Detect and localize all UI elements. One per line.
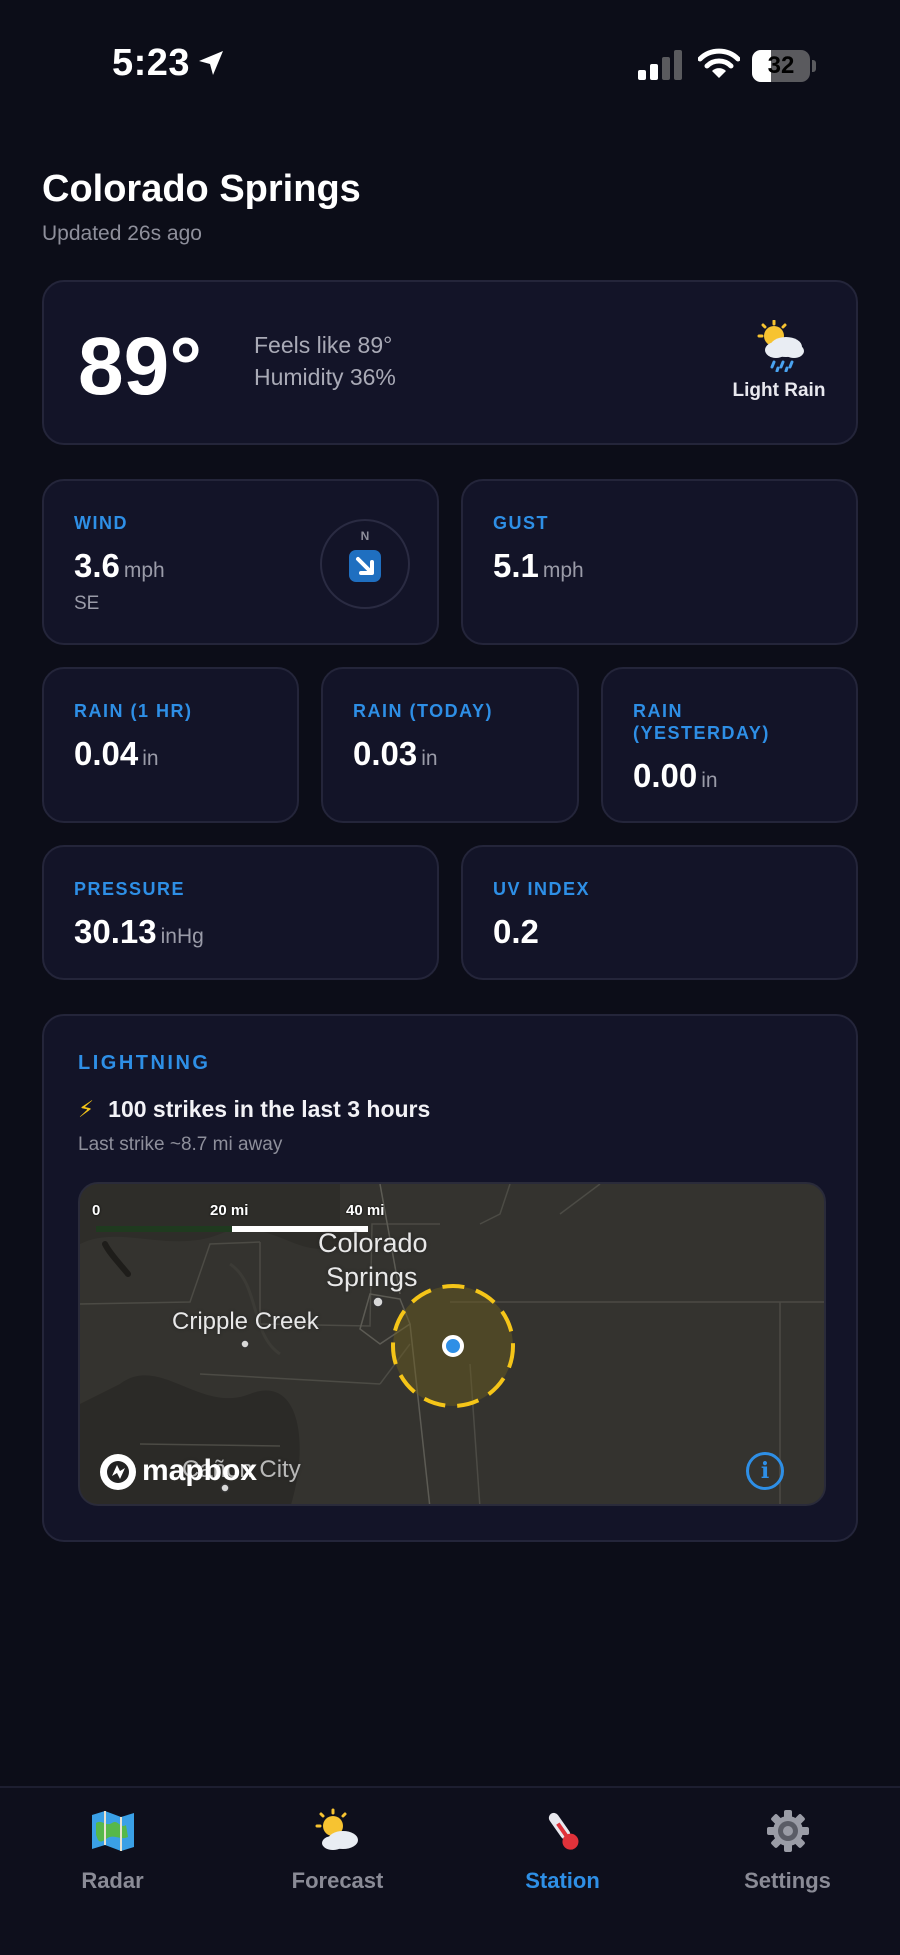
gust-label: GUST bbox=[493, 513, 550, 533]
strike-summary: ⚡ 100 strikes in the last 3 hours bbox=[78, 1096, 431, 1122]
feels-like: Feels like 89° bbox=[254, 332, 393, 358]
wind-direction-arrow-icon bbox=[349, 550, 381, 582]
rain-today-label: RAIN (TODAY) bbox=[353, 701, 494, 721]
last-strike: Last strike ~8.7 mi away bbox=[78, 1134, 283, 1155]
rain-today-value: 0.03 in bbox=[353, 735, 438, 772]
compass-north-label: N bbox=[360, 529, 370, 543]
tab-forecast[interactable]: Forecast bbox=[225, 1806, 450, 1894]
location-arrow-icon bbox=[199, 51, 223, 75]
wind-compass: N bbox=[320, 519, 410, 609]
wind-value: 3.6 mph bbox=[74, 547, 165, 584]
thermometer-icon bbox=[548, 1812, 578, 1850]
tab-settings-label: Settings bbox=[744, 1868, 831, 1893]
rain-yesterday-label-2: (YESTERDAY) bbox=[633, 723, 770, 743]
rain-today-card: RAIN (TODAY) 0.03 in bbox=[321, 667, 579, 823]
map-icon bbox=[91, 1811, 134, 1851]
lightning-bolt-icon: ⚡ bbox=[78, 1096, 95, 1122]
wind-card: WIND 3.6 mph SE N bbox=[42, 479, 439, 645]
tab-forecast-label: Forecast bbox=[291, 1868, 384, 1893]
scale-40: 40 mi bbox=[346, 1202, 385, 1219]
pressure-label: PRESSURE bbox=[74, 879, 186, 899]
lightning-label: LIGHTNING bbox=[78, 1052, 211, 1074]
tab-radar-label: Radar bbox=[81, 1868, 144, 1893]
status-time: 5:23 bbox=[112, 42, 191, 84]
info-icon[interactable]: i bbox=[746, 1452, 784, 1490]
mapbox-logo-icon bbox=[100, 1454, 136, 1490]
wind-label: WIND bbox=[74, 513, 128, 533]
condition-label: Light Rain bbox=[732, 380, 826, 401]
updated-timestamp: Updated 26s ago bbox=[42, 222, 202, 245]
map-label-town: Cripple Creek bbox=[172, 1308, 319, 1335]
lightning-map[interactable]: 0 20 mi 40 mi Colorado Springs Cripple C… bbox=[78, 1182, 826, 1506]
tab-radar[interactable]: Radar bbox=[0, 1806, 225, 1894]
gust-card: GUST 5.1 mph bbox=[461, 479, 858, 645]
battery-icon: 32 bbox=[752, 50, 816, 82]
rain-yesterday-label: RAIN bbox=[633, 701, 683, 721]
lightning-card: LIGHTNING ⚡ 100 strikes in the last 3 hou… bbox=[42, 1014, 858, 1542]
gust-value: 5.1 mph bbox=[493, 547, 584, 584]
current-conditions-card: 89° Feels like 89° Humidity 36% Light Ra… bbox=[42, 280, 858, 445]
tab-station[interactable]: Station bbox=[450, 1806, 675, 1894]
map-label-city-2: Springs bbox=[326, 1262, 418, 1292]
tab-station-label: Station bbox=[525, 1868, 600, 1893]
tab-settings[interactable]: Settings bbox=[675, 1806, 900, 1894]
current-temperature: 89° bbox=[78, 321, 203, 412]
gear-icon bbox=[766, 1810, 809, 1852]
mapbox-attribution[interactable]: mapbox bbox=[142, 1454, 257, 1488]
battery-percent: 32 bbox=[767, 52, 795, 79]
page-title: Colorado Springs bbox=[42, 168, 361, 210]
uv-value: 0.2 bbox=[493, 913, 539, 950]
scale-20: 20 mi bbox=[210, 1202, 249, 1219]
rain-1hr-value: 0.04 in bbox=[74, 735, 159, 772]
rain-yesterday-value: 0.00 in bbox=[633, 757, 718, 794]
scale-0: 0 bbox=[92, 1202, 101, 1219]
sun-cloud-icon bbox=[315, 1808, 358, 1850]
pressure-card: PRESSURE 30.13 inHg bbox=[42, 845, 439, 980]
wifi-icon bbox=[698, 48, 740, 78]
rain-1hr-label: RAIN (1 HR) bbox=[74, 701, 193, 721]
rain-1hr-card: RAIN (1 HR) 0.04 in bbox=[42, 667, 299, 823]
uv-label: UV INDEX bbox=[493, 879, 591, 899]
uv-index-card: UV INDEX 0.2 bbox=[461, 845, 858, 980]
wind-direction: SE bbox=[74, 593, 100, 614]
tab-bar: Radar Forecast Station Settings bbox=[0, 1786, 900, 1955]
humidity: Humidity 36% bbox=[254, 364, 396, 390]
map-label-city: Colorado bbox=[318, 1228, 428, 1258]
pressure-value: 30.13 inHg bbox=[74, 913, 204, 950]
cloud-sun-rain-icon bbox=[757, 320, 804, 372]
cellular-signal-icon bbox=[638, 50, 682, 80]
rain-yesterday-card: RAIN (YESTERDAY) 0.00 in bbox=[601, 667, 858, 823]
status-bar: 5:23 32 bbox=[0, 0, 900, 130]
